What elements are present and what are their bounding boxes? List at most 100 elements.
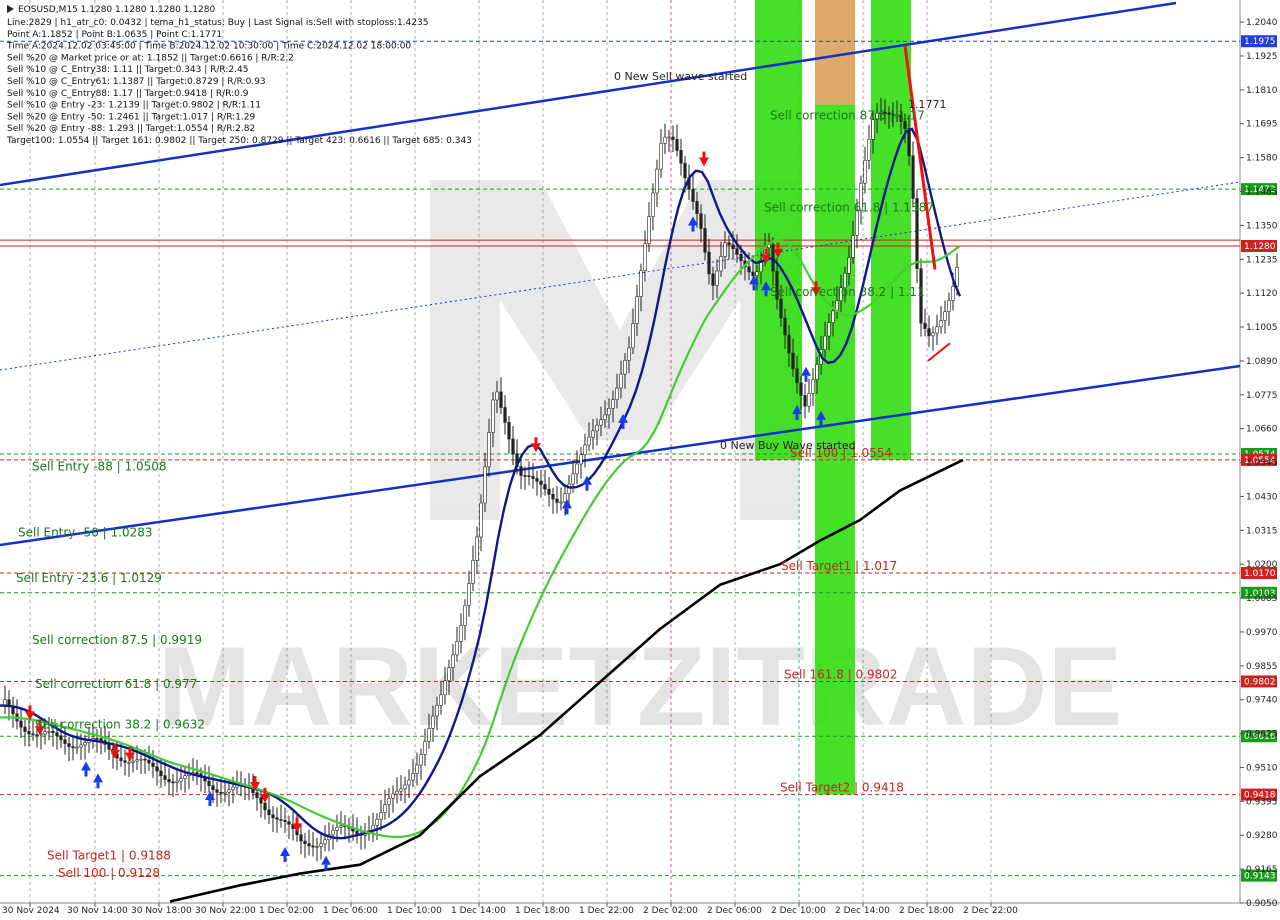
candle-body	[871, 119, 875, 140]
candle-body	[567, 483, 571, 495]
candle-body	[639, 270, 643, 297]
candle-body	[383, 804, 387, 813]
zigzag-low	[927, 342, 951, 362]
candle-body	[527, 475, 531, 477]
buy-wave-label: 0 New Buy Wave started	[720, 439, 856, 452]
candle-body	[83, 742, 87, 746]
candle-body	[675, 139, 679, 151]
candle-body	[903, 121, 907, 129]
candle-body	[391, 793, 395, 799]
arrow-stem	[84, 770, 88, 777]
sell-wave-label: 0 New Sell wave started	[614, 70, 747, 83]
candle-body	[463, 605, 467, 626]
y-tick-label: 1.1810	[1246, 86, 1278, 96]
arrow-stem	[764, 290, 768, 297]
arrow-stem	[534, 437, 538, 444]
candle-body	[479, 502, 483, 538]
candle-body	[703, 228, 707, 253]
y-tick-label: 1.0430	[1246, 492, 1278, 502]
candle-body	[783, 317, 787, 336]
info-line: Sell %10 @ C_Entry38: 1.11 || Target:0.3…	[7, 65, 248, 75]
candle-body	[71, 746, 75, 749]
y-tick-label: 1.0775	[1246, 391, 1278, 401]
candle-body	[95, 738, 99, 740]
y-tick-label: 1.0085	[1246, 594, 1278, 604]
level-label: Sell correction 61.8 | 1.1387	[764, 200, 934, 214]
y-tick-label: 1.1580	[1246, 154, 1278, 164]
y-tick-label: 0.9050	[1246, 899, 1278, 909]
candle-body	[27, 731, 31, 735]
candle-body	[935, 326, 939, 334]
candle-body	[147, 759, 151, 764]
candle-body	[379, 812, 383, 820]
x-tick-label: 1 Dec 14:00	[451, 906, 506, 916]
watermark-text: MARKETZITRADE	[158, 624, 1122, 749]
candle-body	[755, 271, 759, 277]
candle-body	[471, 560, 475, 584]
y-tick-label: 1.1925	[1246, 52, 1278, 62]
candle-body	[503, 407, 507, 423]
level-label: Sell Entry -88 | 1.0508	[32, 459, 166, 473]
candle-body	[263, 802, 267, 811]
candle-body	[467, 583, 471, 606]
y-tick-label: 1.1235	[1246, 255, 1278, 265]
level-label: Sell Target1 | 1.017	[781, 559, 897, 573]
candle-body	[583, 444, 587, 455]
candle-body	[79, 744, 83, 748]
symbol-marker-icon	[7, 5, 14, 13]
x-tick-label: 30 Nov 18:00	[131, 906, 192, 916]
level-tag-value: 1.1280	[1244, 242, 1276, 252]
candle-body	[807, 393, 811, 407]
candle-body	[579, 454, 583, 465]
candle-body	[551, 494, 555, 500]
candle-body	[63, 739, 67, 744]
y-tick-label: 1.2040	[1246, 18, 1278, 28]
candle-body	[75, 746, 79, 749]
y-tick-label: 0.9855	[1246, 662, 1278, 672]
entry-band-orange	[815, 0, 855, 105]
candle-body	[635, 296, 639, 324]
candle-body	[35, 734, 39, 737]
candle-body	[259, 797, 263, 804]
candle-body	[475, 536, 479, 561]
level-label: Sell Entry -50 | 1.0283	[18, 526, 152, 540]
candle-body	[163, 775, 167, 780]
candle-body	[811, 379, 815, 394]
candle-body	[267, 809, 271, 816]
candle-body	[787, 334, 791, 354]
candle-body	[943, 311, 947, 321]
candle-body	[219, 792, 223, 794]
candle-body	[211, 785, 215, 791]
candle-body	[591, 430, 595, 438]
candle-body	[447, 667, 451, 681]
candle-body	[427, 728, 431, 742]
candle-body	[451, 654, 455, 668]
candle-body	[231, 786, 235, 791]
info-line: Sell %20 @ Entry -50: 1.2461 || Target:1…	[7, 112, 256, 122]
candle-body	[255, 792, 259, 798]
candle-body	[335, 826, 339, 831]
arrow-stem	[324, 864, 328, 871]
info-line: Time A:2024.12.02 03:45:00 | Time B:2024…	[6, 42, 411, 52]
info-line: Sell %10 @ C_Entry88: 1.17 || Target:0.9…	[7, 89, 249, 99]
candle-body	[59, 735, 63, 741]
candle-body	[311, 845, 315, 848]
x-tick-label: 2 Dec 14:00	[835, 906, 890, 916]
candle-body	[535, 478, 539, 482]
arrow-stem	[96, 782, 100, 789]
candle-body	[731, 244, 735, 249]
candle-body	[435, 705, 439, 717]
candle-body	[595, 424, 599, 432]
candle-body	[223, 791, 227, 794]
candle-body	[659, 143, 663, 170]
buy-arrow-icon	[81, 761, 91, 771]
level-label: Sell Entry -23.6 | 1.0129	[16, 571, 162, 585]
buy-arrow-icon	[321, 855, 331, 865]
arrow-stem	[565, 508, 569, 515]
arrow-stem	[804, 375, 808, 382]
level-label: Sell correction 38.2 | 1.11	[770, 285, 925, 299]
candle-body	[795, 368, 799, 384]
candle-body	[491, 399, 495, 433]
candle-body	[407, 779, 411, 786]
candle-body	[331, 830, 335, 836]
